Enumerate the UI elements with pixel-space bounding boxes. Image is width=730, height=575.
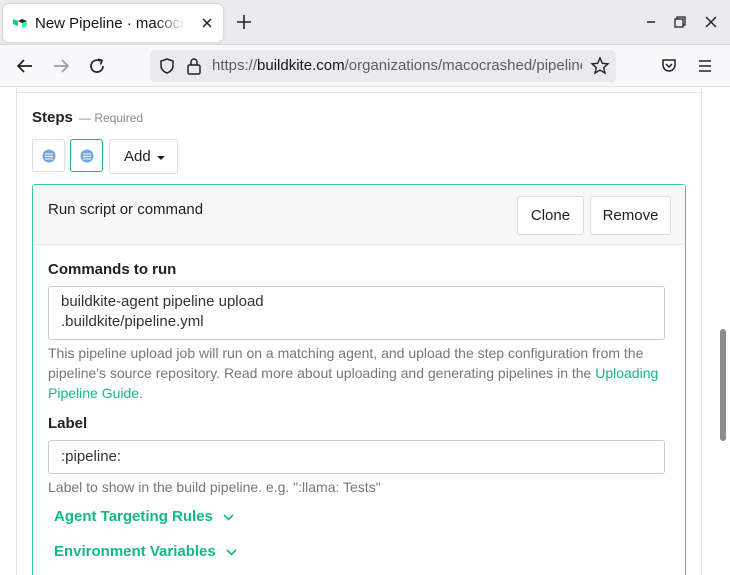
commands-help: This pipeline upload job will run on a m…	[48, 345, 644, 381]
add-step-dropdown-button[interactable]: Add	[109, 139, 178, 174]
close-window-icon[interactable]	[704, 15, 718, 29]
add-label: Add	[124, 148, 151, 165]
steps-title: Steps	[32, 109, 73, 126]
back-arrow-icon[interactable]	[16, 57, 34, 75]
page-content: Steps — Required Add Run script or comma…	[0, 88, 730, 575]
label-field-label: Label	[48, 415, 88, 432]
url-host: buildkite.com	[257, 57, 345, 74]
remove-button[interactable]: Remove	[590, 196, 671, 235]
label-input[interactable]: :pipeline:	[48, 440, 665, 474]
url-bar[interactable]: https://buildkite.com/organizations/maco…	[150, 50, 616, 82]
pipeline-emoji-icon	[80, 149, 94, 163]
commands-label: Commands to run	[48, 261, 177, 278]
shield-icon[interactable]	[158, 57, 176, 75]
reload-icon[interactable]	[88, 57, 106, 75]
tab-bar: New Pipeline · macocrashed · Buildkite	[0, 0, 730, 45]
agent-targeting-rules-toggle[interactable]: Agent Targeting Rules	[54, 508, 234, 525]
restore-icon[interactable]	[673, 15, 687, 29]
browser-tab[interactable]: New Pipeline · macocrashed · Buildkite	[3, 4, 223, 42]
lock-icon[interactable]	[186, 57, 202, 75]
steps-heading: Steps — Required	[32, 109, 143, 126]
url-scheme: https://	[212, 57, 258, 74]
chevron-down-icon	[223, 513, 234, 521]
label-help-text: Label to show in the build pipeline. e.g…	[48, 479, 381, 495]
hamburger-menu-icon[interactable]	[696, 57, 714, 75]
scrollbar-thumb[interactable]	[720, 329, 726, 441]
url-text[interactable]: https://buildkite.com/organizations/maco…	[212, 57, 582, 74]
step-panel-title: Run script or command	[48, 201, 204, 218]
commands-help-text: This pipeline upload job will run on a m…	[48, 343, 673, 403]
divider	[17, 92, 703, 93]
environment-variables-toggle[interactable]: Environment Variables	[54, 543, 237, 560]
environment-variables-label: Environment Variables	[54, 543, 216, 560]
minimize-icon[interactable]	[644, 15, 658, 29]
clone-button[interactable]: Clone	[517, 196, 584, 235]
new-tab-icon[interactable]	[236, 14, 252, 30]
url-path: /organizations/macocrashed/pipelines/new	[344, 57, 582, 74]
step-panel-header: Run script or command Clone Remove	[33, 185, 685, 245]
close-tab-icon[interactable]	[199, 15, 215, 31]
command-line: .buildkite/pipeline.yml	[61, 313, 204, 330]
chevron-down-icon	[226, 548, 237, 556]
buildkite-favicon-icon	[13, 19, 27, 28]
step-pill-button[interactable]	[32, 139, 65, 172]
pipeline-emoji-icon	[42, 149, 56, 163]
navigation-bar: https://buildkite.com/organizations/maco…	[0, 45, 730, 87]
tab-title: New Pipeline · macocrashed · Buildkite	[35, 15, 185, 32]
bookmark-star-icon[interactable]	[590, 56, 610, 76]
step-pill-button-selected[interactable]	[70, 139, 103, 172]
step-panel: Run script or command Clone Remove Comma…	[32, 184, 686, 575]
forward-arrow-icon[interactable]	[52, 57, 70, 75]
commands-textarea[interactable]: buildkite-agent pipeline upload .buildki…	[48, 286, 665, 340]
command-line: buildkite-agent pipeline upload	[61, 293, 264, 310]
agent-targeting-rules-label: Agent Targeting Rules	[54, 508, 213, 525]
caret-down-icon	[157, 156, 165, 160]
steps-required-note: — Required	[79, 111, 144, 125]
pocket-icon[interactable]	[660, 57, 678, 75]
label-input-value: :pipeline:	[61, 448, 122, 465]
commands-help-end: .	[139, 385, 143, 401]
